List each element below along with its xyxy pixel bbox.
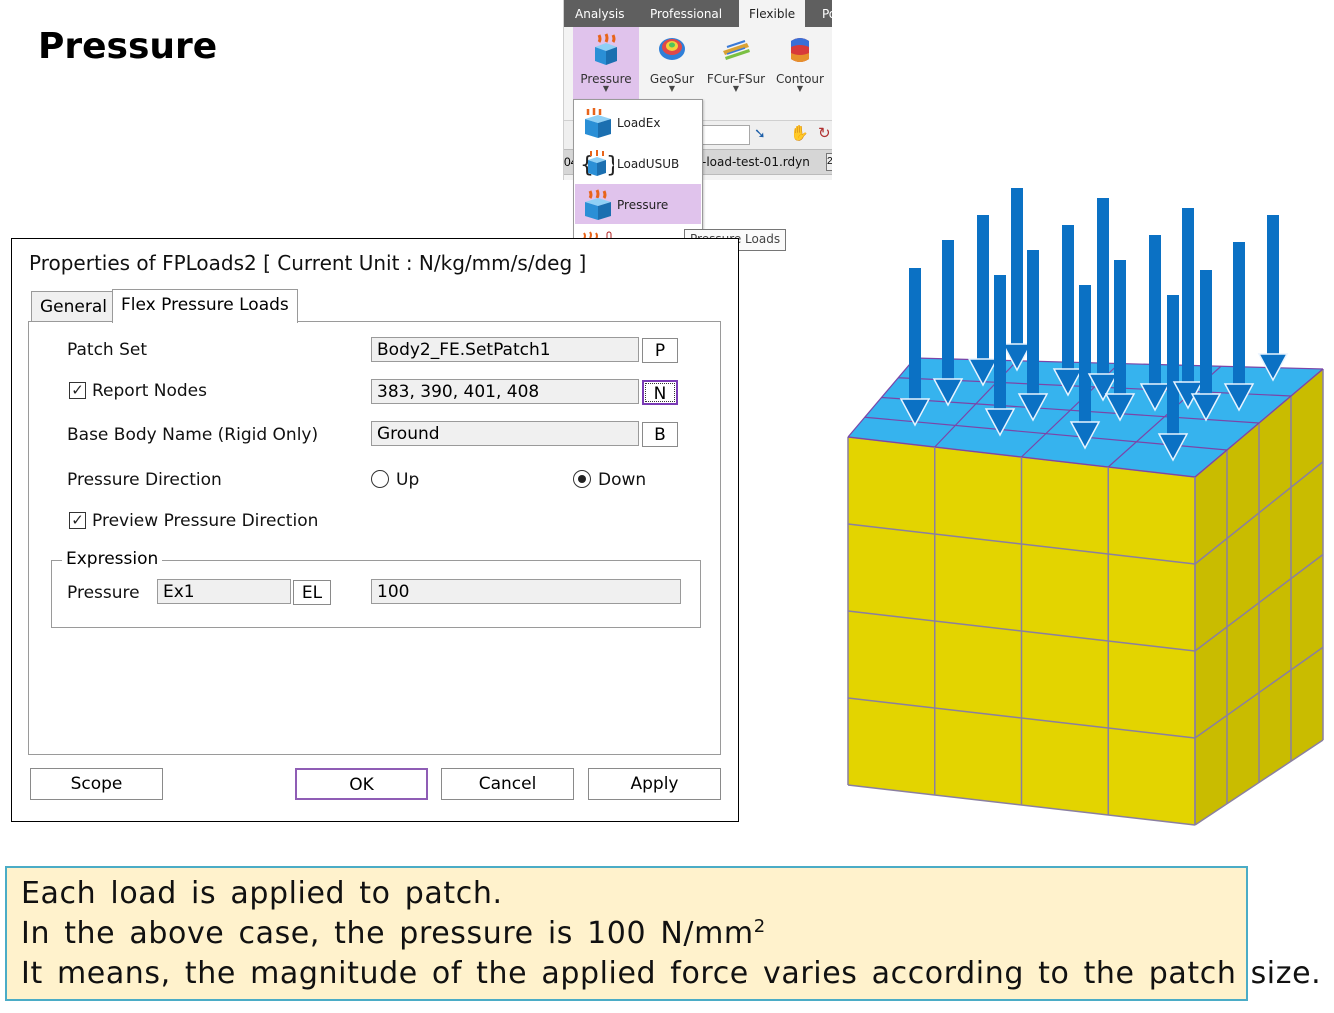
pressure-arrow-shaft — [1062, 225, 1074, 373]
pressure-direction-label: Pressure Direction — [67, 470, 222, 490]
menu-item-pressure[interactable]: Pressure — [575, 184, 701, 224]
report-nodes-checkbox[interactable]: ✓ — [69, 382, 86, 399]
pressure-arrow-shaft — [1200, 270, 1212, 398]
note-line-1: Each load is applied to patch. — [21, 876, 503, 911]
direction-down-radio[interactable] — [573, 470, 591, 488]
pressure-arrow-shaft — [1233, 242, 1245, 388]
chevron-down-icon: ▼ — [602, 84, 610, 93]
pressure-arrow-shaft — [909, 268, 921, 403]
note-line-2-text: In the above case, the pressure is 100 N… — [21, 916, 754, 951]
pressure-arrow-shaft — [1011, 188, 1023, 348]
menu-item-label: LoadEx — [617, 116, 661, 130]
pressure-arrow-shaft — [942, 240, 954, 383]
rotate-icon[interactable]: ↻ — [818, 124, 831, 142]
tab-general[interactable]: General — [31, 291, 116, 323]
dialog-title: Properties of FPLoads2 [ Current Unit : … — [29, 251, 587, 275]
base-body-label: Base Body Name (Rigid Only) — [67, 425, 319, 445]
expression-group-legend: Expression — [62, 549, 163, 569]
direction-up-radio[interactable] — [371, 470, 389, 488]
tab-flex-pressure-loads[interactable]: Flex Pressure Loads — [112, 289, 298, 323]
pressure-arrow-shaft — [1267, 215, 1279, 358]
pressure-icon — [585, 189, 611, 220]
menu-item-loadusub[interactable]: { } LoadUSUB — [575, 143, 701, 183]
loadex-icon — [585, 108, 611, 138]
fcur-fsur-icon — [723, 40, 750, 60]
preview-direction-label: Preview Pressure Direction — [92, 511, 319, 531]
chevron-down-icon: ▼ — [796, 84, 804, 93]
chevron-down-icon: ▼ — [668, 84, 676, 93]
expression-list-button[interactable]: EL — [293, 580, 331, 605]
pressure-arrow-shaft — [1027, 250, 1039, 398]
pressure-arrow-shaft — [1149, 235, 1161, 388]
base-body-select-button[interactable]: B — [642, 422, 678, 447]
ribbon-button-contour[interactable]: Contour ▼ — [767, 27, 832, 99]
preview-direction-checkbox[interactable]: ✓ — [69, 512, 86, 529]
pressure-value-field[interactable]: 100 — [371, 579, 681, 604]
expression-name-field[interactable]: Ex1 — [157, 579, 291, 604]
loadusub-icon: { } — [580, 150, 614, 178]
pressure-arrow-shaft — [1182, 208, 1194, 386]
pressure-arrow-shaft — [1079, 285, 1091, 426]
ok-button[interactable]: OK — [295, 768, 428, 800]
ribbon-button-geosur[interactable]: GeoSur ▼ — [639, 27, 705, 99]
report-nodes-label: Report Nodes — [92, 381, 207, 401]
svg-text:}: } — [606, 153, 614, 178]
ribbon-tab-bar: Analysis Professional Flexible Po — [564, 0, 832, 27]
menu-item-label: LoadUSUB — [617, 157, 680, 171]
scope-button[interactable]: Scope — [30, 768, 163, 800]
report-nodes-select-button[interactable]: N — [642, 380, 678, 405]
geosur-icon — [659, 38, 685, 60]
ribbon-tab-po[interactable]: Po — [822, 0, 832, 27]
pressure-icon — [595, 33, 617, 65]
ribbon-tab-analysis[interactable]: Analysis — [575, 0, 624, 27]
explanation-note: Each load is applied to patch. In the ab… — [5, 866, 1321, 1001]
arrow-icon[interactable]: ➘ — [754, 125, 766, 142]
contour-icon — [791, 38, 809, 62]
base-body-field[interactable]: Ground — [371, 421, 639, 446]
pressure-arrow-shaft — [1097, 198, 1109, 378]
document-tab[interactable]: -load-test-01.rdyn — [702, 150, 810, 174]
ribbon-tab-professional[interactable]: Professional — [650, 0, 722, 27]
toolbar-field[interactable] — [702, 125, 750, 145]
patch-set-label: Patch Set — [67, 340, 148, 360]
hand-icon[interactable]: ✋ — [790, 124, 809, 142]
slide-title: Pressure — [38, 26, 218, 67]
pressure-arrow-shaft — [1114, 260, 1126, 398]
report-nodes-field[interactable]: 383, 390, 401, 408 — [371, 379, 639, 404]
patch-set-field[interactable]: Body2_FE.SetPatch1 — [371, 337, 639, 362]
document-tab-fragment-right[interactable]: 2 — [826, 153, 832, 171]
pressure-arrow-shaft — [977, 215, 989, 363]
pressure-label: Pressure — [67, 583, 140, 603]
patch-set-select-button[interactable]: P — [642, 338, 678, 363]
cancel-button[interactable]: Cancel — [441, 768, 574, 800]
properties-dialog: Properties of FPLoads2 [ Current Unit : … — [11, 238, 739, 822]
menu-item-loadex[interactable]: LoadEx — [575, 102, 701, 142]
model-viewport — [847, 188, 1324, 826]
note-line-2-superscript: 2 — [753, 916, 766, 937]
ribbon-button-fcur-fsur[interactable]: FCur-FSur ▼ — [703, 27, 769, 99]
note-line-2: In the above case, the pressure is 100 N… — [21, 916, 766, 951]
ribbon-button-pressure[interactable]: Pressure ▼ — [573, 27, 639, 99]
direction-down-label: Down — [598, 470, 647, 490]
pressure-arrow-shaft — [994, 275, 1006, 413]
chevron-down-icon: ▼ — [732, 84, 740, 93]
direction-up-label: Up — [396, 470, 420, 490]
menu-item-label: Pressure — [617, 198, 669, 212]
apply-button[interactable]: Apply — [588, 768, 721, 800]
pressure-arrow-shaft — [1167, 295, 1179, 438]
ribbon-tab-flexible[interactable]: Flexible — [739, 0, 806, 27]
note-line-3: It means, the magnitude of the applied f… — [21, 956, 1322, 991]
